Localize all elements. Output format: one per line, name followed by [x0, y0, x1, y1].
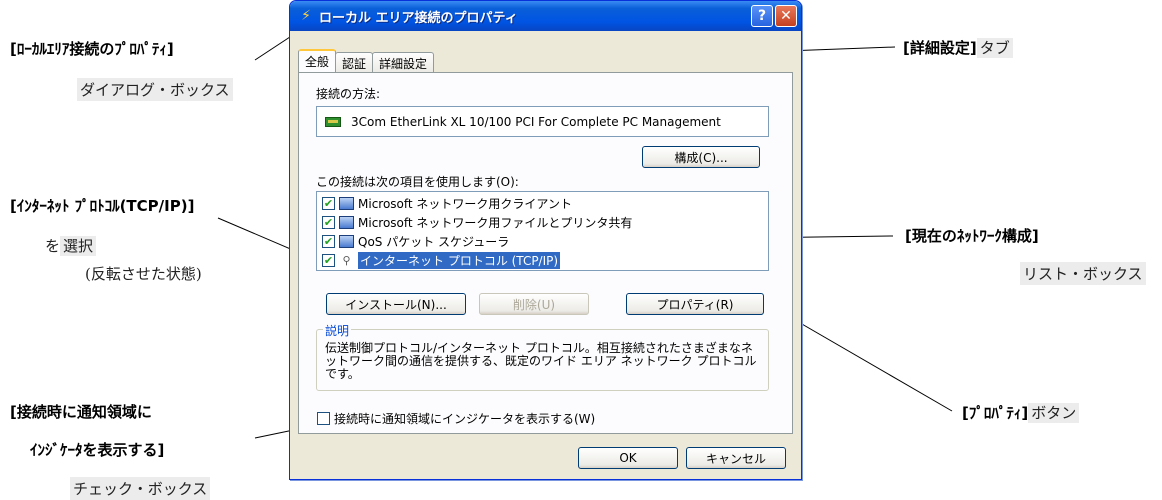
list-item-label: インターネット プロトコル (TCP/IP) [358, 252, 561, 269]
annotation-dialog-title: [ﾛｰｶﾙｴﾘｱ接続のﾌﾟﾛﾊﾟﾃｨ] [10, 40, 174, 58]
notify-checkbox-label: 接続時に通知領域にインジケータを表示する(W) [334, 412, 596, 426]
items-label: この接続は次の項目を使用します(O): [316, 175, 519, 189]
adapter-name: 3Com EtherLink XL 10/100 PCI For Complet… [351, 114, 721, 129]
connect-using-label: 接続の方法: [316, 87, 381, 101]
annotation-dialog-sub: ダイアログ・ボックス [77, 78, 233, 101]
annotation-protocol-select-word: 選択 [60, 236, 97, 256]
list-item[interactable]: ✔ Microsoft ネットワーク用クライアント [317, 194, 768, 213]
list-item-label: Microsoft ネットワーク用クライアント [358, 197, 572, 211]
tab-general[interactable]: 全般 [298, 49, 337, 72]
item-checkbox[interactable]: ✔ [322, 254, 335, 267]
annotation-protocol-note: (反転させた状態) [85, 265, 202, 283]
annotation-advanced-tab: [詳細設定] タブ [903, 37, 1013, 58]
annotation-network-config-title: [現在のﾈｯﾄﾜｰｸ構成] [905, 227, 1039, 245]
install-button[interactable]: インストール(N)... [326, 293, 466, 315]
network-components-listbox[interactable]: ✔ Microsoft ネットワーク用クライアント ✔ Microsoft ネッ… [316, 191, 769, 271]
qos-scheduler-icon [339, 235, 354, 248]
file-printer-sharing-icon [339, 216, 354, 229]
annotation-properties: [ﾌﾟﾛﾊﾟﾃｨ] ボタン [962, 402, 1080, 423]
annotation-protocol-select: を選択 [45, 235, 97, 256]
tab-authentication[interactable]: 認証 [335, 52, 374, 72]
annotation-notify-sub: チェック・ボックス [70, 477, 211, 500]
description-groupbox: 説明 伝送制御プロトコル/インターネット プロトコル。相互接続されたさまざまなネ… [316, 322, 769, 391]
properties-connector [775, 308, 953, 412]
annotation-properties-title: [ﾌﾟﾛﾊﾟﾃｨ] [962, 404, 1029, 422]
close-button[interactable]: ✕ [775, 5, 797, 27]
network-adapter-icon [325, 116, 341, 127]
help-button[interactable]: ? [751, 5, 773, 27]
title-bar[interactable]: ⚡ ローカル エリア接続のプロパティ ? ✕ [290, 1, 801, 31]
annotation-advanced-tab-title: [詳細設定] [903, 39, 977, 57]
description-title: 説明 [323, 322, 352, 339]
description-text: 伝送制御プロトコル/インターネット プロトコル。相互接続されたさまざまなネットワ… [325, 341, 757, 381]
annotation-notify-title-line1: [接続時に通知領域に [10, 403, 152, 421]
list-item[interactable]: ✔ Microsoft ネットワーク用ファイルとプリンタ共有 [317, 213, 768, 232]
notify-checkbox-row[interactable]: 接続時に通知領域にインジケータを表示する(W) [317, 410, 595, 427]
tab-strip: 全般 認証 詳細設定 [298, 49, 435, 72]
local-area-connection-properties-dialog: ⚡ ローカル エリア接続のプロパティ ? ✕ 全般 認証 詳細設定 接続の方法:… [289, 0, 802, 480]
annotation-properties-sub: ボタン [1028, 403, 1080, 423]
configure-button[interactable]: 構成(C)... [642, 146, 760, 168]
tab-advanced[interactable]: 詳細設定 [372, 52, 435, 72]
dialog-title: ローカル エリア接続のプロパティ [319, 10, 518, 26]
annotation-network-config-sub: リスト・ボックス [1020, 262, 1146, 285]
list-item-label: Microsoft ネットワーク用ファイルとプリンタ共有 [358, 216, 633, 230]
list-item-label: QoS パケット スケジューラ [358, 235, 510, 249]
general-tab-panel: 接続の方法: 3Com EtherLink XL 10/100 PCI For … [298, 72, 793, 434]
annotation-notify-title-line2: ｲﾝｼﾞｹｰﾀを表示する] [30, 441, 165, 459]
item-checkbox[interactable]: ✔ [322, 197, 335, 210]
annotation-protocol-select-prefix: を [45, 237, 61, 255]
network-connection-icon: ⚡ [301, 8, 311, 24]
uninstall-button[interactable]: 削除(U) [479, 293, 589, 315]
list-item-selected[interactable]: ✔ ⚲ インターネット プロトコル (TCP/IP) [317, 251, 768, 270]
ok-button[interactable]: OK [578, 447, 678, 469]
notify-checkbox[interactable] [317, 412, 330, 425]
network-client-icon [339, 197, 354, 210]
properties-button[interactable]: プロパティ(R) [626, 293, 764, 315]
cancel-button[interactable]: キャンセル [686, 447, 786, 469]
item-checkbox[interactable]: ✔ [322, 216, 335, 229]
list-item[interactable]: ✔ QoS パケット スケジューラ [317, 232, 768, 251]
item-checkbox[interactable]: ✔ [322, 235, 335, 248]
protocol-icon: ⚲ [342, 254, 351, 267]
annotation-protocol-title: [ｲﾝﾀｰﾈｯﾄ ﾌﾟﾛﾄｺﾙ(TCP/IP)] [10, 197, 195, 215]
annotation-advanced-tab-sub: タブ [976, 38, 1013, 58]
adapter-field: 3Com EtherLink XL 10/100 PCI For Complet… [316, 106, 769, 137]
